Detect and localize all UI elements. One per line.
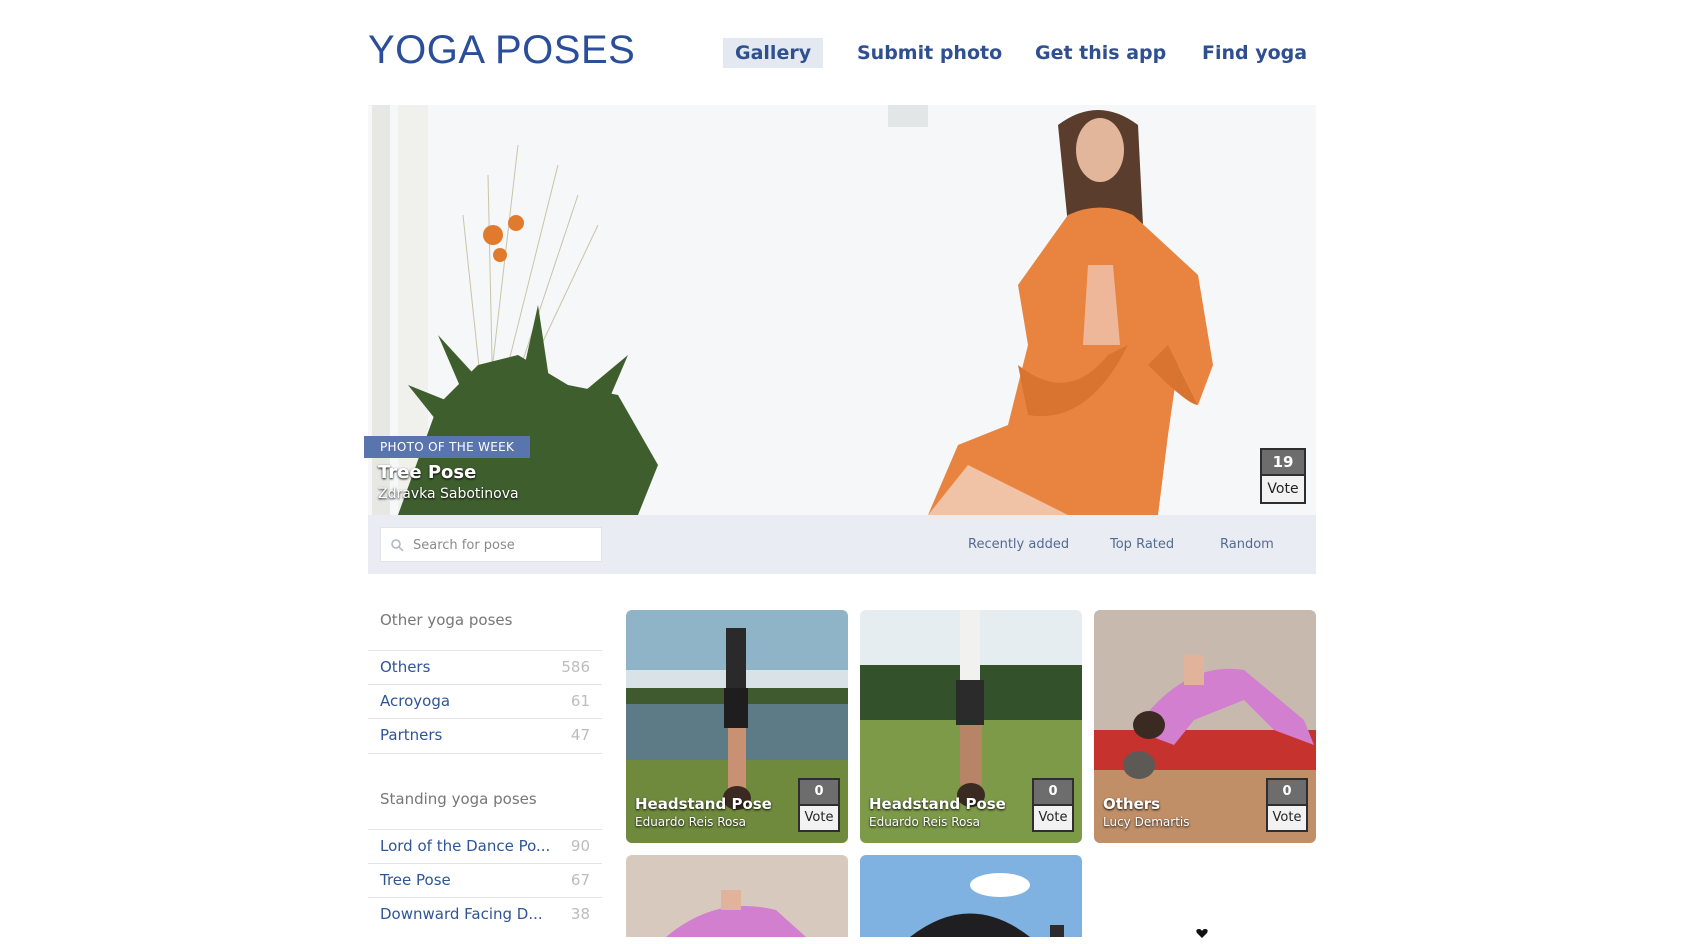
nav-submit-photo[interactable]: Submit photo	[857, 38, 1002, 68]
sidebar-item-label: Acroyoga	[380, 692, 451, 710]
tile-vote-button[interactable]: 0 Vote	[1032, 778, 1074, 832]
vote-count: 19	[1262, 450, 1304, 474]
sidebar-heading-standing: Standing yoga poses	[380, 790, 537, 808]
sidebar-heading-other: Other yoga poses	[380, 611, 513, 629]
sidebar-item-label: Partners	[380, 726, 443, 744]
sidebar-item-count: 47	[570, 726, 590, 744]
sidebar-item-count: 38	[570, 905, 590, 923]
gallery-tile[interactable]: Headstand Pose Eduardo Reis Rosa 0 Vote	[626, 610, 848, 843]
vote-count: 0	[800, 780, 838, 804]
photo-of-the-week-badge: PHOTO OF THE WEEK	[364, 436, 531, 458]
sidebar-item-others[interactable]: Others 586	[368, 650, 602, 685]
tile-vote-button[interactable]: 0 Vote	[798, 778, 840, 832]
sort-top-rated[interactable]: Top Rated	[1110, 537, 1174, 552]
heart-icon	[1196, 926, 1208, 938]
sidebar-item-downward-facing-dog[interactable]: Downward Facing D... 38	[368, 897, 602, 932]
vote-label: Vote	[1034, 804, 1072, 830]
tile-image	[626, 855, 848, 937]
tile-title: Headstand Pose	[869, 795, 1006, 813]
vote-count: 0	[1268, 780, 1306, 804]
nav-gallery[interactable]: Gallery	[723, 38, 824, 68]
sort-recently-added[interactable]: Recently added	[968, 537, 1069, 552]
search-box	[380, 527, 602, 563]
gallery-tile[interactable]: Others Lucy Demartis 0 Vote	[1094, 610, 1316, 843]
nav-get-this-app[interactable]: Get this app	[1035, 38, 1166, 68]
sidebar-item-count: 61	[570, 692, 590, 710]
sort-random[interactable]: Random	[1220, 537, 1274, 552]
sidebar-item-tree-pose[interactable]: Tree Pose 67	[368, 863, 602, 898]
tile-author: Eduardo Reis Rosa	[635, 815, 746, 829]
sidebar-item-label: Others	[380, 658, 431, 676]
sidebar-item-label: Tree Pose	[380, 871, 451, 889]
hero-title[interactable]: Tree Pose	[378, 462, 476, 483]
nav-find-yoga[interactable]: Find yoga	[1202, 38, 1307, 68]
vote-label: Vote	[800, 804, 838, 830]
tile-author: Lucy Demartis	[1103, 815, 1190, 829]
vote-label: Vote	[1262, 474, 1304, 502]
tile-image	[860, 855, 1082, 937]
gallery-tile-partial[interactable]	[626, 855, 848, 937]
hero-author[interactable]: Zdravka Sabotinova	[378, 486, 519, 502]
tile-author: Eduardo Reis Rosa	[869, 815, 980, 829]
sidebar-item-partners[interactable]: Partners 47	[368, 718, 602, 754]
sidebar-item-lord-of-the-dance[interactable]: Lord of the Dance Po... 90	[368, 829, 602, 864]
search-icon	[391, 539, 404, 557]
tile-vote-button[interactable]: 0 Vote	[1266, 778, 1308, 832]
tile-title: Others	[1103, 795, 1161, 813]
sidebar-item-label: Downward Facing D...	[380, 905, 543, 923]
hero-vote-button[interactable]: 19 Vote	[1260, 448, 1306, 504]
vote-label: Vote	[1268, 804, 1306, 830]
gallery-tile[interactable]: Headstand Pose Eduardo Reis Rosa 0 Vote	[860, 610, 1082, 843]
tile-title: Headstand Pose	[635, 795, 772, 813]
gallery-tile-partial[interactable]	[860, 855, 1082, 937]
sidebar-item-count: 586	[561, 658, 590, 676]
vote-count: 0	[1034, 780, 1072, 804]
search-input[interactable]	[411, 528, 601, 563]
sidebar-item-acroyoga[interactable]: Acroyoga 61	[368, 684, 602, 719]
site-logo[interactable]: YOGA POSES	[368, 28, 635, 73]
sidebar-item-count: 67	[570, 871, 590, 889]
sidebar-item-label: Lord of the Dance Po...	[380, 837, 551, 855]
sidebar-item-count: 90	[570, 837, 590, 855]
